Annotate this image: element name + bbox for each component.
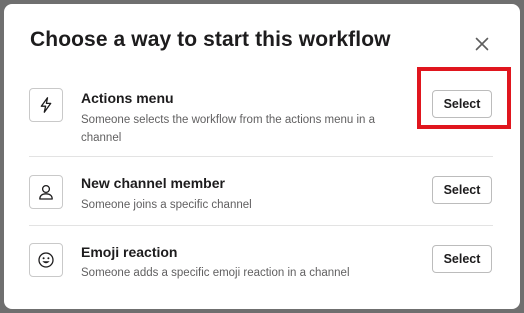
option-actions-menu: Actions menu Someone selects the workflo… (29, 70, 493, 157)
lightning-bolt-icon (40, 97, 52, 113)
smiley-face-icon (38, 252, 54, 268)
person-icon (39, 184, 53, 200)
option-icon-box (29, 243, 63, 277)
option-description: Someone selects the workflow from the ac… (81, 114, 376, 144)
select-new-channel-member-button[interactable]: Select (432, 176, 492, 204)
option-description: Someone joins a specific channel (81, 199, 252, 211)
option-description: Someone adds a specific emoji reaction i… (81, 267, 350, 279)
option-icon-box (29, 175, 63, 209)
option-emoji-reaction: Emoji reaction Someone adds a specific e… (29, 225, 493, 295)
close-icon (475, 37, 489, 51)
dialog-title: Choose a way to start this workflow (30, 28, 391, 51)
select-actions-menu-button[interactable]: Select (432, 90, 492, 118)
option-icon-box (29, 88, 63, 122)
option-new-channel-member: New channel member Someone joins a speci… (29, 156, 493, 226)
option-title: Actions menu (81, 90, 174, 106)
option-title: Emoji reaction (81, 244, 178, 260)
option-title: New channel member (81, 175, 225, 191)
workflow-trigger-dialog: Choose a way to start this workflow Acti… (4, 4, 520, 309)
close-button[interactable] (470, 32, 494, 56)
select-emoji-reaction-button[interactable]: Select (432, 245, 492, 273)
